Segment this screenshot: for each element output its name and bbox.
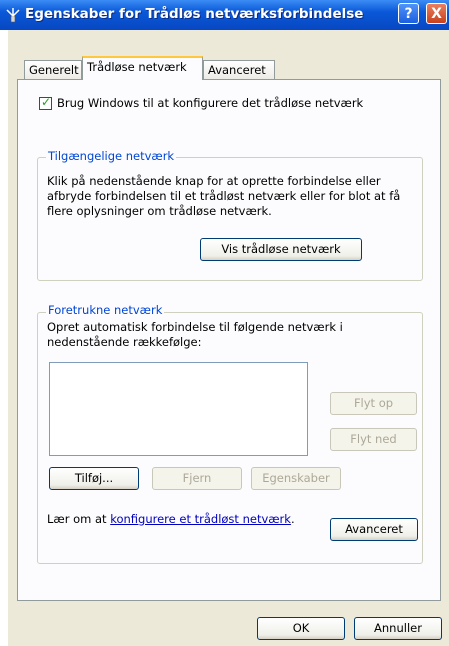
available-desc-line3: flere oplysninger om trådløse netværk. bbox=[47, 204, 272, 218]
learn-more-prefix: Lær om at bbox=[47, 512, 111, 526]
properties-button[interactable]: Egenskaber bbox=[251, 467, 341, 490]
tab-wireless-networks[interactable]: Trådløse netværk bbox=[82, 56, 203, 80]
use-windows-checkbox[interactable]: ✓ bbox=[39, 95, 52, 110]
check-icon: ✓ bbox=[41, 95, 52, 109]
available-networks-title: Tilgængelige netværk bbox=[46, 149, 177, 163]
learn-more-text: Lær om at konfigurere et trådløst netvær… bbox=[47, 512, 295, 527]
available-desc-line2: afbryde forbindelsen til et trådløst net… bbox=[47, 189, 401, 203]
preferred-desc-line1: Opret automatisk forbindelse til følgend… bbox=[47, 320, 343, 334]
advanced-button[interactable]: Avanceret bbox=[330, 518, 418, 541]
wireless-connection-icon bbox=[6, 8, 20, 23]
preferred-networks-title: Foretrukne netværk bbox=[46, 303, 165, 317]
preferred-networks-list[interactable] bbox=[49, 362, 308, 456]
add-button[interactable]: Tilføj... bbox=[49, 467, 139, 490]
ok-button[interactable]: OK bbox=[257, 617, 345, 640]
configure-wireless-link[interactable]: konfigurere et trådløst netværk bbox=[110, 512, 291, 526]
tab-general[interactable]: Generelt bbox=[24, 60, 82, 79]
tab-advanced[interactable]: Avanceret bbox=[203, 60, 275, 79]
available-desc-line1: Klik på nedenstående knap for at oprette… bbox=[47, 174, 381, 188]
close-button[interactable]: X bbox=[426, 3, 447, 24]
title-bar[interactable]: Egenskaber for Trådløs netværksforbindel… bbox=[0, 0, 449, 30]
move-down-button[interactable]: Flyt ned bbox=[330, 428, 417, 451]
cancel-button[interactable]: Annuller bbox=[354, 617, 442, 640]
window-title: Egenskaber for Trådløs netværksforbindel… bbox=[25, 6, 364, 22]
view-wireless-networks-button[interactable]: Vis trådløse netværk bbox=[200, 238, 362, 261]
learn-more-suffix: . bbox=[290, 512, 295, 526]
remove-button[interactable]: Fjern bbox=[152, 467, 242, 490]
use-windows-label[interactable]: Brug Windows til at konfigurere det tråd… bbox=[57, 96, 363, 111]
help-button[interactable]: ? bbox=[398, 3, 419, 24]
preferred-desc-line2: nedenstående rækkefølge: bbox=[47, 335, 202, 349]
move-up-button[interactable]: Flyt op bbox=[330, 392, 417, 415]
